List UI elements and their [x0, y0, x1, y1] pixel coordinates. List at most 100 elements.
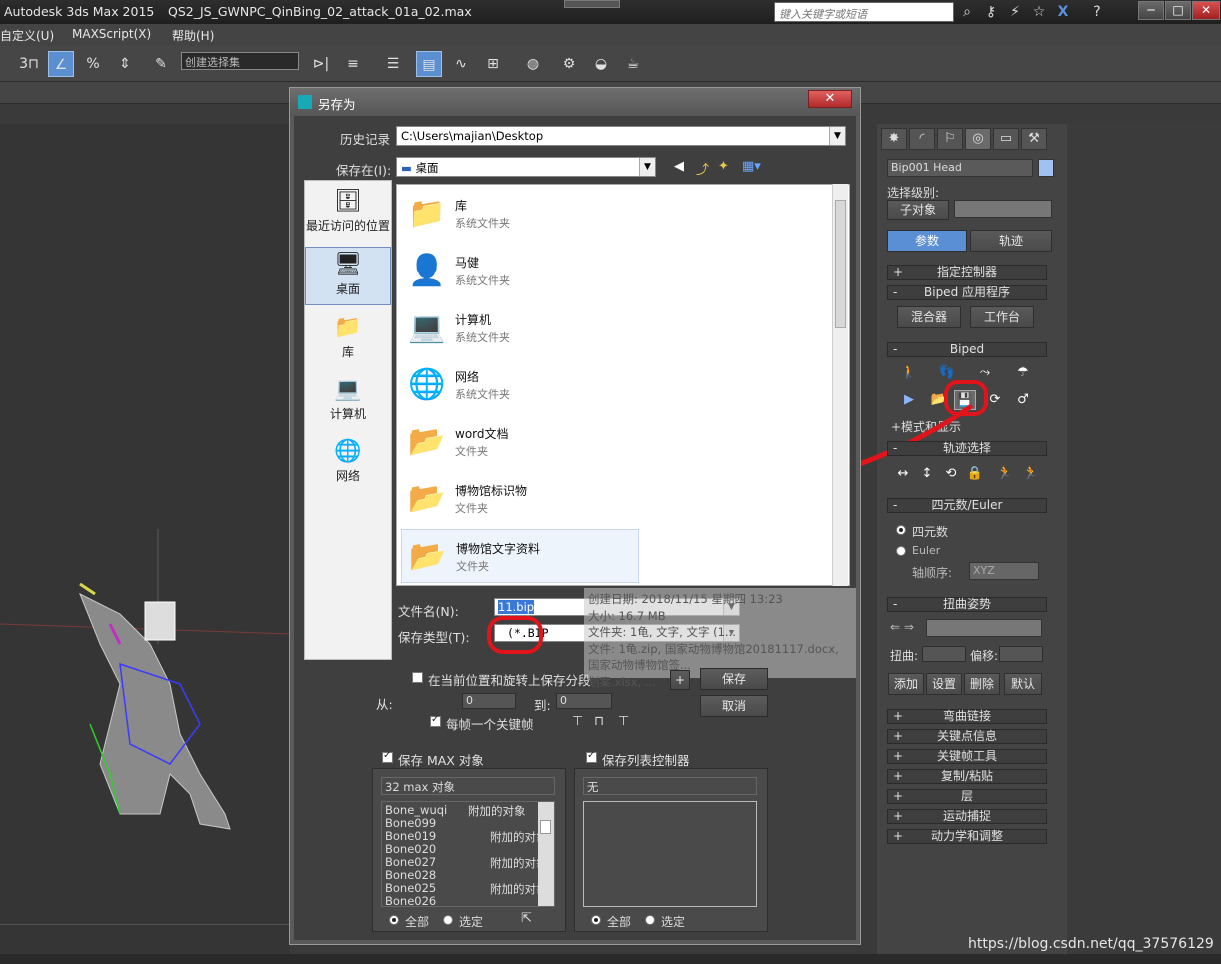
snap-3d-icon[interactable]: 3⊓ [16, 51, 42, 77]
sub-object-button[interactable]: 子对象 [887, 200, 949, 220]
scrollbar-thumb[interactable] [540, 820, 551, 834]
menu-help[interactable]: 帮助(H) [172, 27, 214, 44]
rollout-track-select[interactable]: - 轨迹选择 [887, 441, 1047, 456]
add-plus-button[interactable]: + [670, 670, 690, 690]
align-icon[interactable]: ≡ [340, 51, 366, 77]
list-item[interactable]: 👤 马健 系统文件夹 [401, 244, 639, 298]
layer-manager-icon[interactable]: ☰ [380, 51, 406, 77]
object-name[interactable]: Bone099 [385, 816, 436, 830]
minimize-button[interactable]: ─ [1138, 1, 1164, 20]
curve-editor-icon[interactable]: ∿ [448, 51, 474, 77]
list-item[interactable]: 📂 博物馆文字资料 文件夹 [401, 529, 639, 583]
rollout-biped[interactable]: - Biped [887, 342, 1047, 357]
rollout-layers[interactable]: + 层 [887, 789, 1047, 804]
help-icon[interactable]: ? [1088, 3, 1106, 21]
arrow-left-right-icon[interactable]: ⇐ ⇒ [890, 620, 914, 634]
x-logo-icon[interactable]: X [1054, 3, 1072, 21]
star-icon[interactable]: ☆ [1030, 3, 1048, 21]
place-desktop[interactable]: 🖥 桌面 [305, 247, 391, 305]
modify-tab-icon[interactable]: ◜ [909, 128, 935, 150]
add-button[interactable]: 添加 [888, 673, 924, 695]
binoculars-icon[interactable]: ⌕ [958, 3, 976, 21]
list-item[interactable]: 📂 word文档 文件夹 [401, 415, 639, 469]
object-name[interactable]: Bone019 [385, 829, 436, 843]
rollout-assign-controller[interactable]: + 指定控制器 [887, 265, 1047, 280]
twist-pose-dropdown[interactable] [926, 619, 1042, 637]
spinner-snap-icon[interactable]: ⇕ [112, 51, 138, 77]
close-button[interactable]: ✕ [1192, 1, 1220, 20]
search-input[interactable]: 键入关键字或短语 [774, 2, 954, 22]
new-folder-icon[interactable]: ✦ [718, 159, 734, 175]
material-editor-icon[interactable]: ◍ [520, 51, 546, 77]
place-recent[interactable]: 🗄 最近访问的位置 [305, 185, 391, 243]
save-max-objects-checkbox[interactable] [382, 750, 393, 763]
place-computer[interactable]: 💻 计算机 [305, 373, 391, 431]
mirror-icon[interactable]: ⊳| [308, 51, 334, 77]
motion-tab-icon[interactable]: ◎ [965, 128, 991, 150]
file-list-scrollbar[interactable] [832, 184, 848, 586]
save-in-dropdown[interactable]: ▬ 桌面 ▼ [396, 157, 656, 177]
params-tab[interactable]: 参数 [887, 230, 967, 252]
key-reduce-icon[interactable]: ⊤ [572, 714, 583, 729]
save-segment-checkbox[interactable] [412, 672, 423, 683]
selected-radio[interactable] [645, 915, 655, 925]
objects-scrollbar[interactable] [538, 802, 554, 906]
back-icon[interactable]: ◀ [674, 159, 690, 175]
euler-radio[interactable] [896, 546, 906, 556]
delete-button[interactable]: 删除 [964, 673, 1000, 695]
axis-order-dropdown[interactable]: XYZ [969, 562, 1039, 580]
connect-icon[interactable]: ⚡ [1006, 3, 1024, 21]
history-dropdown[interactable]: C:\Users\majian\Desktop ▼ [396, 126, 846, 146]
key-range-icon[interactable]: ⊓ [594, 714, 604, 729]
object-name[interactable]: Bone026 [385, 894, 436, 906]
body-horizontal-icon[interactable]: ↔ [892, 464, 914, 484]
object-name[interactable]: Bone028 [385, 868, 436, 882]
save-list-controllers-checkbox[interactable] [586, 750, 597, 763]
schematic-view-icon[interactable]: ⊞ [480, 51, 506, 77]
all-radio[interactable] [591, 915, 601, 925]
place-library[interactable]: 📁 库 [305, 311, 391, 369]
key-filter-icon[interactable]: ⊤ [618, 714, 629, 729]
body-vertical-icon[interactable]: ↕ [916, 464, 938, 484]
key-icon[interactable]: ⚷ [982, 3, 1000, 21]
lock-cob-icon[interactable]: 🔒 [964, 464, 986, 484]
selected-radio[interactable] [443, 915, 453, 925]
symmetrical-icon[interactable]: 🏃 [994, 464, 1016, 484]
all-radio[interactable] [389, 915, 399, 925]
list-item[interactable]: 📂 博物馆标识物 文件夹 [401, 472, 639, 526]
workbench-button[interactable]: 工作台 [970, 306, 1034, 328]
body-rotation-icon[interactable]: ⟲ [940, 464, 962, 484]
edit-named-selection-icon[interactable]: ✎ [148, 51, 174, 77]
scrollbar-thumb[interactable] [835, 200, 846, 328]
rollout-key-info[interactable]: + 关键点信息 [887, 729, 1047, 744]
mixer-mode-icon[interactable]: ☂ [1012, 363, 1034, 383]
object-name-field[interactable]: Bip001 Head [887, 159, 1033, 177]
scene-explorer-icon[interactable]: ▤ [416, 51, 442, 77]
object-name[interactable]: Bone_wuqi [385, 803, 447, 817]
create-tab-icon[interactable]: ✸ [881, 128, 907, 150]
key-per-frame-checkbox[interactable] [430, 714, 441, 727]
figure-mode-icon[interactable]: 🚶 [898, 363, 920, 383]
sub-object-dropdown[interactable] [954, 200, 1052, 218]
rollout-quaternion[interactable]: - 四元数/Euler [887, 498, 1047, 513]
viewport[interactable] [0, 124, 290, 954]
percent-snap-icon[interactable]: % [80, 51, 106, 77]
rollout-bend-links[interactable]: + 弯曲链接 [887, 709, 1047, 724]
twist-spinner[interactable] [922, 646, 966, 662]
file-list[interactable]: 📁 库系统文件夹 👤 马健 系统文件夹 💻 计算机 系统文件夹 🌐 网络 系统文件夹 📂 wor… [396, 184, 850, 586]
default-button[interactable]: 默认 [1004, 673, 1042, 695]
list-item[interactable]: 🌐 网络 系统文件夹 [401, 358, 639, 412]
max-objects-list[interactable]: Bone_wuqi 附加的对象 Bone099 Bone019 附加的对象 Bone… [381, 801, 555, 907]
to-spinner[interactable]: 0 [556, 693, 612, 709]
menu-customize[interactable]: 自定义(U) [0, 27, 54, 44]
angle-snap-icon[interactable]: ∠ [48, 51, 74, 77]
render-frame-icon[interactable]: ◒ [588, 51, 614, 77]
rollout-copy-paste[interactable]: + 复制/粘贴 [887, 769, 1047, 784]
menu-maxscript[interactable]: MAXScript(X) [72, 27, 151, 41]
list-item[interactable]: 💻 计算机 系统文件夹 [401, 301, 639, 355]
render-teapot-icon[interactable]: ☕ [620, 51, 646, 77]
move-all-mode-icon[interactable]: ♂ [1012, 390, 1034, 410]
track-tab[interactable]: 轨迹 [970, 230, 1052, 252]
controllers-list[interactable] [583, 801, 757, 907]
dialog-close-button[interactable]: ✕ [808, 90, 852, 108]
